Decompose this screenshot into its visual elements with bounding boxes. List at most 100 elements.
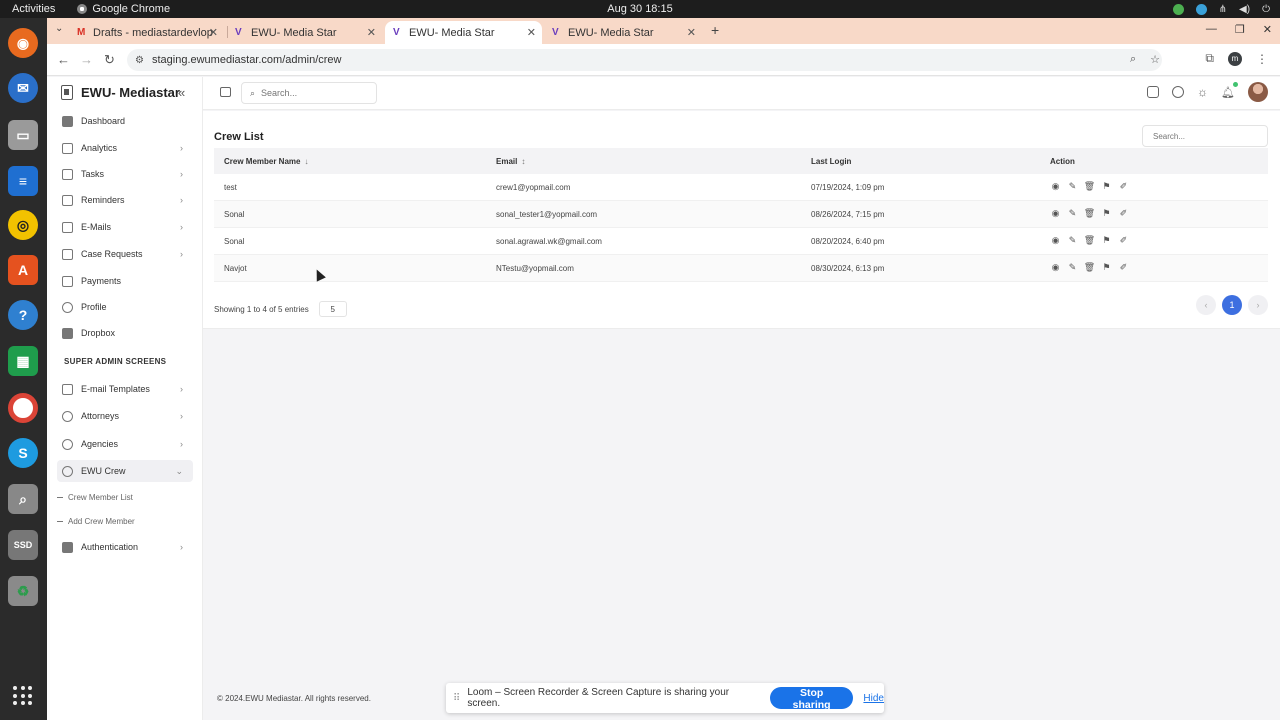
thunderbird-icon[interactable]: ✉ xyxy=(8,73,38,103)
flag-icon[interactable]: ⚑ xyxy=(1101,181,1112,192)
site-info-icon[interactable]: ⚙ xyxy=(135,55,144,66)
sidebar-item-attorneys[interactable]: Attorneys › xyxy=(57,405,193,427)
maximize-icon[interactable]: ❐ xyxy=(1235,23,1245,36)
clock[interactable]: Aug 30 18:15 xyxy=(607,3,672,15)
pencil-icon[interactable]: ✐ xyxy=(1118,235,1129,246)
trash-icon[interactable]: ♻ xyxy=(8,576,38,606)
sidebar-item-analytics[interactable]: Analytics › xyxy=(57,137,193,159)
edit-square-icon[interactable]: ✎ xyxy=(1067,235,1078,246)
sidebar-item-profile[interactable]: Profile xyxy=(57,296,193,318)
firefox-icon[interactable]: ◉ xyxy=(8,28,38,58)
reload-icon[interactable]: ↻ xyxy=(104,52,115,68)
zoom-icon[interactable]: ⌕ xyxy=(1130,53,1136,66)
browser-tab-2[interactable]: V EWU- Media Star ✕ xyxy=(227,21,382,44)
bookmark-star-icon[interactable]: ☆ xyxy=(1150,53,1160,66)
sidebar-item-dashboard[interactable]: Dashboard xyxy=(57,110,193,132)
view-eye-icon[interactable]: ◉ xyxy=(1050,208,1061,219)
minimize-icon[interactable]: — xyxy=(1206,23,1217,36)
edit-square-icon[interactable]: ✎ xyxy=(1067,262,1078,273)
next-page-button[interactable]: › xyxy=(1248,295,1268,315)
system-tray[interactable]: ⋔ ◀) ⏻ xyxy=(1172,3,1270,15)
files-icon[interactable]: ▭ xyxy=(8,120,38,150)
address-bar[interactable]: ⚙ staging.ewumediastar.com/admin/crew xyxy=(127,49,1162,71)
extension-tray-icon[interactable] xyxy=(1172,3,1184,15)
stop-sharing-button[interactable]: Stop sharing xyxy=(769,687,854,711)
forward-icon[interactable]: → xyxy=(80,52,93,67)
delete-trash-icon[interactable]: 🗑︎ xyxy=(1084,262,1095,273)
sidebar-item-payments[interactable]: Payments xyxy=(57,270,193,292)
close-tab-icon[interactable]: ✕ xyxy=(209,26,218,39)
sidebar-item-emails[interactable]: E-Mails › xyxy=(57,216,193,238)
user-avatar[interactable] xyxy=(1248,82,1268,102)
sidebar-item-case-requests[interactable]: Case Requests › xyxy=(57,243,193,265)
sidebar-item-reminders[interactable]: Reminders › xyxy=(57,189,193,211)
close-tab-icon[interactable]: ✕ xyxy=(687,26,696,39)
view-eye-icon[interactable]: ◉ xyxy=(1050,235,1061,246)
edit-square-icon[interactable]: ✎ xyxy=(1067,181,1078,192)
tab-search-icon[interactable]: ⌄ xyxy=(55,23,63,34)
sidebar-item-ewu-crew[interactable]: EWU Crew ⌄ xyxy=(57,460,193,482)
ssd-drive-icon[interactable]: SSD xyxy=(8,530,38,560)
delete-trash-icon[interactable]: 🗑︎ xyxy=(1084,235,1095,246)
show-apps-icon[interactable] xyxy=(13,686,33,706)
chrome-dock-icon[interactable] xyxy=(8,393,38,423)
app-center-icon[interactable]: A xyxy=(8,255,38,285)
active-app-indicator[interactable]: Google Chrome xyxy=(77,3,170,15)
edit-square-icon[interactable]: ✎ xyxy=(1067,208,1078,219)
activities-button[interactable]: Activities xyxy=(12,3,55,15)
browser-tab-1[interactable]: M Drafts - mediastardevlop ✕ xyxy=(69,21,224,44)
calc-icon[interactable]: ▦ xyxy=(8,346,38,376)
notification-bell-icon[interactable]: 🔔︎ xyxy=(1221,81,1238,99)
skype-icon[interactable]: S xyxy=(8,438,38,468)
global-search[interactable]: ⌕ xyxy=(241,82,377,104)
browser-tab-3-active[interactable]: V EWU- Media Star ✕ xyxy=(385,21,542,44)
close-tab-icon[interactable]: ✕ xyxy=(527,26,536,39)
delete-trash-icon[interactable]: 🗑︎ xyxy=(1084,208,1095,219)
page-button-current[interactable]: 1 xyxy=(1222,295,1242,315)
power-icon[interactable]: ⏻ xyxy=(1262,4,1270,15)
flag-icon[interactable]: ⚑ xyxy=(1101,208,1112,219)
table-search-input[interactable] xyxy=(1142,125,1268,147)
page-size-select[interactable]: 5 xyxy=(318,301,347,317)
flag-icon[interactable]: ⚑ xyxy=(1101,235,1112,246)
network-icon[interactable]: ⋔ xyxy=(1219,4,1227,15)
profile-avatar[interactable]: m xyxy=(1228,51,1242,66)
sidebar-item-dropbox[interactable]: Dropbox xyxy=(57,322,193,344)
drag-handle-icon[interactable]: ⠿ xyxy=(453,693,460,704)
sidebar-subitem-add-crew-member[interactable]: Add Crew Member xyxy=(57,517,135,526)
browser-tab-4[interactable]: V EWU- Media Star ✕ xyxy=(544,21,702,44)
new-tab-icon[interactable]: + xyxy=(711,22,719,38)
volume-icon[interactable]: ◀) xyxy=(1239,4,1250,15)
browser-menu-icon[interactable]: ⋮ xyxy=(1256,52,1268,66)
theme-sun-icon[interactable]: ☼ xyxy=(1197,85,1208,99)
sidebar-item-tasks[interactable]: Tasks › xyxy=(57,163,193,185)
extensions-puzzle-icon[interactable]: ⧉ xyxy=(1205,51,1214,66)
sidebar-item-email-templates[interactable]: E-mail Templates › xyxy=(57,378,193,400)
add-circle-icon[interactable] xyxy=(1172,86,1185,98)
prev-page-button[interactable]: ‹ xyxy=(1196,295,1216,315)
search-app-icon[interactable]: ⌕ xyxy=(8,484,38,514)
view-eye-icon[interactable]: ◉ xyxy=(1050,262,1061,273)
close-window-icon[interactable]: ✕ xyxy=(1263,23,1272,36)
skype-tray-icon[interactable] xyxy=(1195,3,1207,15)
column-header-email[interactable]: Email ↕ xyxy=(496,157,525,166)
hide-button[interactable]: Hide xyxy=(863,693,884,704)
delete-trash-icon[interactable]: 🗑︎ xyxy=(1084,181,1095,192)
global-search-input[interactable] xyxy=(261,88,362,98)
help-icon[interactable]: ? xyxy=(8,300,38,330)
menu-toggle-icon[interactable] xyxy=(220,87,231,97)
sidebar-item-agencies[interactable]: Agencies › xyxy=(57,433,193,455)
flag-icon[interactable]: ⚑ xyxy=(1101,262,1112,273)
rhythmbox-icon[interactable]: ◎ xyxy=(8,210,38,240)
column-header-name[interactable]: Crew Member Name ↓ xyxy=(224,157,308,166)
brand[interactable]: EWU- Mediastar xyxy=(61,85,180,100)
writer-icon[interactable]: ≡ xyxy=(8,166,38,196)
sidebar-item-authentication[interactable]: Authentication › xyxy=(57,536,193,558)
fullscreen-icon[interactable] xyxy=(1147,86,1160,98)
collapse-sidebar-icon[interactable]: « xyxy=(178,85,185,100)
close-tab-icon[interactable]: ✕ xyxy=(367,26,376,39)
back-icon[interactable]: ← xyxy=(57,52,70,67)
view-eye-icon[interactable]: ◉ xyxy=(1050,181,1061,192)
pencil-icon[interactable]: ✐ xyxy=(1118,181,1129,192)
pencil-icon[interactable]: ✐ xyxy=(1118,262,1129,273)
